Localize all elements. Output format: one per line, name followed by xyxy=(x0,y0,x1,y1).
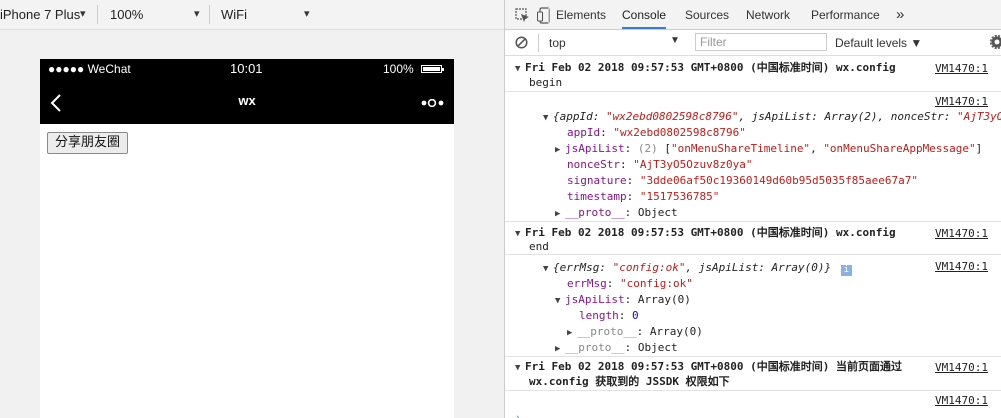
more-tabs-icon[interactable]: » xyxy=(896,0,904,29)
object-property[interactable]: ▶ __proto__: Array(0) xyxy=(567,324,703,341)
more-menu-icon[interactable] xyxy=(421,99,445,107)
divider xyxy=(209,5,210,24)
expand-triangle-icon[interactable]: ▶ xyxy=(555,342,565,357)
source-link[interactable]: VM1470:1 xyxy=(935,260,988,273)
context-select[interactable]: top ▼ xyxy=(543,33,683,52)
expand-triangle-icon[interactable]: ▶ xyxy=(567,326,577,341)
console-filter-bar: top ▼ Default levels ▼ xyxy=(505,30,1001,56)
log-message-continuation: begin xyxy=(529,76,563,89)
context-select-label: top xyxy=(549,36,566,50)
console-prompt-icon[interactable]: › xyxy=(515,411,520,418)
divider xyxy=(548,6,549,24)
object-property: signature: "3dde06af50c19360149d60b95d50… xyxy=(567,174,919,187)
object-summary[interactable]: ▼ {errMsg: "config:ok", jsApiList: Array(… xyxy=(543,260,852,277)
object-property[interactable]: ▶ __proto__: Object xyxy=(555,205,678,222)
log-levels-select[interactable]: Default levels ▼ xyxy=(835,36,922,50)
page-title: wx xyxy=(238,93,256,108)
devtools-tab-bar: Elements Console Sources Network Perform… xyxy=(505,0,1001,30)
tab-elements[interactable]: Elements xyxy=(556,0,606,29)
source-link[interactable]: VM1470:1 xyxy=(935,62,988,75)
battery-icon xyxy=(421,65,444,73)
log-message-continuation: end xyxy=(529,240,549,253)
carrier-label: ●●●●● WeChat xyxy=(48,62,131,76)
log-message[interactable]: ▼ Fri Feb 02 2018 09:57:53 GMT+0800 (中国标准… xyxy=(515,225,896,242)
source-link[interactable]: VM1470:1 xyxy=(935,227,988,240)
object-property: appId: "wx2ebd0802598c8796" xyxy=(567,126,746,139)
tab-sources[interactable]: Sources xyxy=(685,0,729,29)
expand-triangle-icon[interactable]: ▼ xyxy=(515,227,525,242)
zoom-select-label: 100% xyxy=(110,7,144,22)
network-select[interactable]: WiFi ▾ xyxy=(221,0,316,29)
device-toolbar: iPhone 7 Plus ▾ 100% ▾ WiFi ▾ xyxy=(0,0,504,30)
object-property[interactable]: ▼ jsApiList: Array(0) xyxy=(555,292,691,309)
settings-gear-icon[interactable] xyxy=(990,35,1001,49)
object-summary[interactable]: ▼ {appId: "wx2ebd0802598c8796", jsApiList… xyxy=(543,109,1001,126)
expand-triangle-icon[interactable]: ▶ xyxy=(555,143,565,158)
source-link[interactable]: VM1470:1 xyxy=(935,95,988,108)
message-separator xyxy=(505,390,1001,391)
expand-triangle-icon[interactable]: ▶ xyxy=(555,207,565,222)
object-property: nonceStr: "AjT3yO5Ozuv8z0ya" xyxy=(567,158,753,171)
object-property: length: 0 xyxy=(579,309,639,322)
expand-triangle-icon[interactable]: ▼ xyxy=(515,62,525,77)
message-separator xyxy=(505,91,1001,92)
tab-network[interactable]: Network xyxy=(746,0,790,29)
divider xyxy=(538,34,539,52)
devtools-panel: Elements Console Sources Network Perform… xyxy=(504,0,1001,418)
message-separator xyxy=(505,221,1001,222)
share-timeline-button[interactable]: 分享朋友圈 xyxy=(47,132,129,154)
expand-triangle-icon[interactable]: ▼ xyxy=(555,294,565,309)
dropdown-arrow-icon: ▼ xyxy=(670,35,680,46)
object-property[interactable]: ▶ __proto__: Object xyxy=(555,340,678,357)
object-property: timestamp: "1517536785" xyxy=(567,190,720,203)
expand-triangle-icon[interactable]: ▼ xyxy=(543,111,553,126)
expand-triangle-icon[interactable]: ▼ xyxy=(515,361,525,376)
tab-console[interactable]: Console xyxy=(622,0,667,29)
object-property: errMsg: "config:ok" xyxy=(567,277,693,290)
device-emulator: iPhone 7 Plus ▾ 100% ▾ WiFi ▾ ●●●●● WeCh… xyxy=(0,0,504,418)
network-select-label: WiFi xyxy=(221,7,247,22)
log-message[interactable]: ▼ Fri Feb 02 2018 09:57:53 GMT+0800 (中国标准… xyxy=(515,60,896,77)
phone-viewport: ●●●●● WeChat 10:01 100% wx 分享朋友圈 xyxy=(40,59,454,418)
console-filter-input[interactable] xyxy=(695,33,827,51)
clear-console-icon[interactable] xyxy=(515,36,528,49)
expand-triangle-icon[interactable]: ▼ xyxy=(543,262,553,277)
log-message-continuation: wx.config 获取到的 JSSDK 权限如下 xyxy=(529,375,730,388)
zoom-select[interactable]: 100% ▾ xyxy=(110,0,205,29)
phone-status-bar: ●●●●● WeChat 10:01 100% xyxy=(40,59,454,80)
chevron-down-icon: ▾ xyxy=(194,8,200,20)
info-icon[interactable]: i xyxy=(840,265,852,276)
message-separator xyxy=(505,254,1001,255)
console-output: ▼ Fri Feb 02 2018 09:57:53 GMT+0800 (中国标准… xyxy=(505,57,1001,418)
source-link[interactable]: VM1470:1 xyxy=(935,394,988,407)
tab-performance[interactable]: Performance xyxy=(811,0,880,29)
device-select-label: iPhone 7 Plus xyxy=(0,7,81,22)
chevron-down-icon: ▾ xyxy=(304,8,310,20)
battery-label: 100% xyxy=(383,62,414,76)
status-time: 10:01 xyxy=(230,61,263,76)
chevron-down-icon: ▾ xyxy=(80,8,86,20)
message-separator xyxy=(505,356,1001,357)
phone-nav-bar: wx xyxy=(40,80,454,124)
source-link[interactable]: VM1470:1 xyxy=(935,361,988,374)
divider xyxy=(97,5,98,24)
object-property[interactable]: ▶ jsApiList: (2) ["onMenuShareTimeline", … xyxy=(555,141,982,158)
device-select[interactable]: iPhone 7 Plus ▾ xyxy=(0,0,92,29)
inspect-element-icon[interactable] xyxy=(515,8,530,23)
